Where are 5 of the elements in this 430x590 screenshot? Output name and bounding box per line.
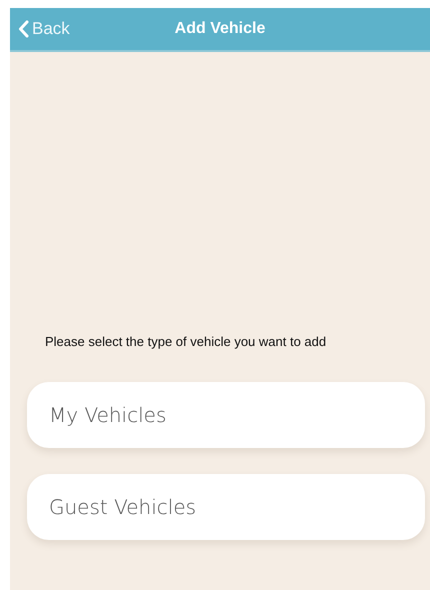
vehicle-type-button[interactable]: My Vehicles bbox=[27, 382, 425, 448]
vehicle-type-button[interactable]: Guest Vehicles bbox=[27, 474, 425, 540]
chevron-left-icon bbox=[18, 20, 29, 38]
screen-title: Add Vehicle bbox=[174, 20, 266, 38]
instruction-text: Please select the type of vehicle you want to add bbox=[45, 334, 326, 349]
